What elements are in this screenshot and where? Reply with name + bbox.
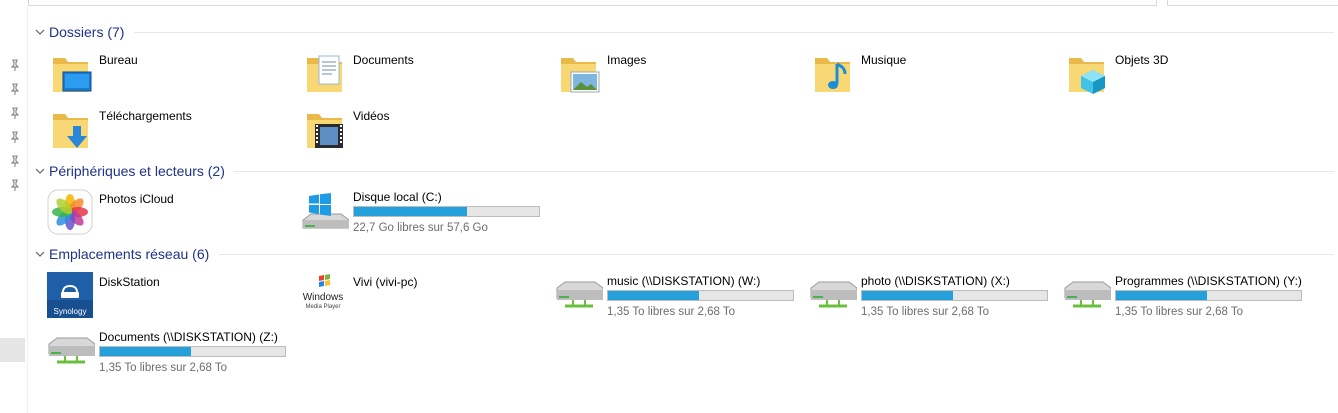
pin-icon[interactable] [10, 179, 20, 191]
address-bar-edge [0, 0, 1338, 6]
group-header-dossiers[interactable]: Dossiers (7) [34, 22, 1334, 42]
navigation-pane [0, 6, 28, 413]
address-bar[interactable] [28, 0, 1157, 6]
usage-bar [607, 290, 794, 301]
free-space-text: 1,35 To libres sur 2,68 To [861, 306, 990, 318]
pin-icon[interactable] [10, 131, 20, 143]
icloud-photos-icon [47, 189, 93, 235]
folder-tile-musique[interactable]: Musique [809, 50, 1049, 102]
usage-bar [1115, 290, 1302, 301]
videos-folder-icon [307, 114, 343, 148]
free-space-text: 1,35 To libres sur 2,68 To [99, 362, 228, 374]
folder-name: Vidéos [353, 109, 390, 123]
synology-icon: Synology [47, 272, 93, 318]
svg-text:Synology: Synology [54, 307, 87, 316]
group-label: Emplacements réseau (6) [49, 246, 210, 262]
drive-tile-local-c[interactable]: Disque local (C:) 22,7 Go libres sur 57,… [301, 188, 541, 240]
drive-name: Documents (\\DISKSTATION) (Z:) [99, 330, 278, 344]
svg-text:Media Player: Media Player [305, 304, 340, 310]
downloads-folder-icon [53, 114, 88, 148]
pin-icon[interactable] [10, 59, 20, 71]
network-drive-icon [1064, 281, 1111, 308]
device-tile-icloud-photos[interactable]: Photos iCloud [47, 189, 287, 241]
pin-icon[interactable] [10, 107, 20, 119]
network-location-name: Vivi (vivi-pc) [353, 275, 418, 289]
desktop-folder-icon [53, 58, 92, 92]
drive-name: music (\\DISKSTATION) (W:) [607, 274, 761, 288]
pin-icon[interactable] [10, 155, 20, 167]
folder-name: Bureau [99, 53, 138, 67]
folder-name: Images [607, 53, 647, 67]
group-header-peripheriques[interactable]: Périphériques et lecteurs (2) [34, 161, 1334, 181]
group-label: Dossiers (7) [49, 24, 125, 40]
network-drive-tile-x[interactable]: photo (\\DISKSTATION) (X:) 1,35 To libre… [809, 272, 1049, 324]
documents-folder-icon [307, 55, 342, 92]
free-space-text: 22,7 Go libres sur 57,6 Go [353, 222, 488, 234]
local-disk-icon [302, 193, 349, 229]
pin-icon[interactable] [10, 83, 20, 95]
device-name: Photos iCloud [99, 192, 174, 206]
drive-name: Programmes (\\DISKSTATION) (Y:) [1115, 274, 1302, 288]
network-tile-diskstation[interactable]: Synology DiskStation [47, 272, 287, 324]
windows-media-player-icon: Windows Media Player [303, 274, 344, 310]
free-space-text: 1,35 To libres sur 2,68 To [1115, 306, 1244, 318]
folder-name: Documents [353, 53, 414, 67]
folder-name: Objets 3D [1115, 53, 1169, 67]
drive-name: photo (\\DISKSTATION) (X:) [861, 274, 1010, 288]
folder-tile-images[interactable]: Images [555, 50, 795, 102]
usage-bar [861, 290, 1048, 301]
network-drive-icon [556, 281, 603, 308]
group-header-emplacements-reseau[interactable]: Emplacements réseau (6) [34, 244, 1334, 264]
folder-tile-videos[interactable]: Vidéos [301, 106, 541, 158]
usage-bar [99, 346, 286, 357]
svg-text:Windows: Windows [303, 292, 344, 303]
search-box[interactable] [1167, 0, 1338, 6]
pictures-folder-icon [561, 58, 600, 93]
music-folder-icon [815, 58, 850, 92]
folder-tile-documents[interactable]: Documents [301, 50, 541, 102]
group-divider [219, 254, 1334, 255]
folder-tile-telechargements[interactable]: Téléchargements [47, 106, 287, 158]
folder-name: Téléchargements [99, 109, 192, 123]
network-drive-icon [810, 281, 857, 308]
group-divider [134, 32, 1334, 33]
network-location-name: DiskStation [99, 275, 160, 289]
3d-objects-folder-icon [1069, 58, 1105, 94]
chevron-down-icon [35, 251, 45, 257]
network-drive-tile-w[interactable]: music (\\DISKSTATION) (W:) 1,35 To libre… [555, 272, 795, 324]
group-label: Périphériques et lecteurs (2) [49, 163, 225, 179]
group-divider [234, 171, 1334, 172]
drive-name: Disque local (C:) [353, 190, 442, 204]
network-drive-icon [48, 337, 95, 364]
network-drive-tile-z[interactable]: Documents (\\DISKSTATION) (Z:) 1,35 To l… [47, 328, 287, 380]
chevron-down-icon [35, 168, 45, 174]
folder-tile-objets-3d[interactable]: Objets 3D [1063, 50, 1303, 102]
usage-bar [353, 206, 540, 217]
network-drive-tile-y[interactable]: Programmes (\\DISKSTATION) (Y:) 1,35 To … [1063, 272, 1303, 324]
folder-tile-bureau[interactable]: Bureau [47, 50, 287, 102]
nav-selected-item[interactable] [0, 338, 25, 362]
folder-name: Musique [861, 53, 907, 67]
chevron-down-icon [35, 29, 45, 35]
network-tile-vivi-pc[interactable]: Windows Media Player Vivi (vivi-pc) [301, 272, 541, 324]
free-space-text: 1,35 To libres sur 2,68 To [607, 306, 736, 318]
